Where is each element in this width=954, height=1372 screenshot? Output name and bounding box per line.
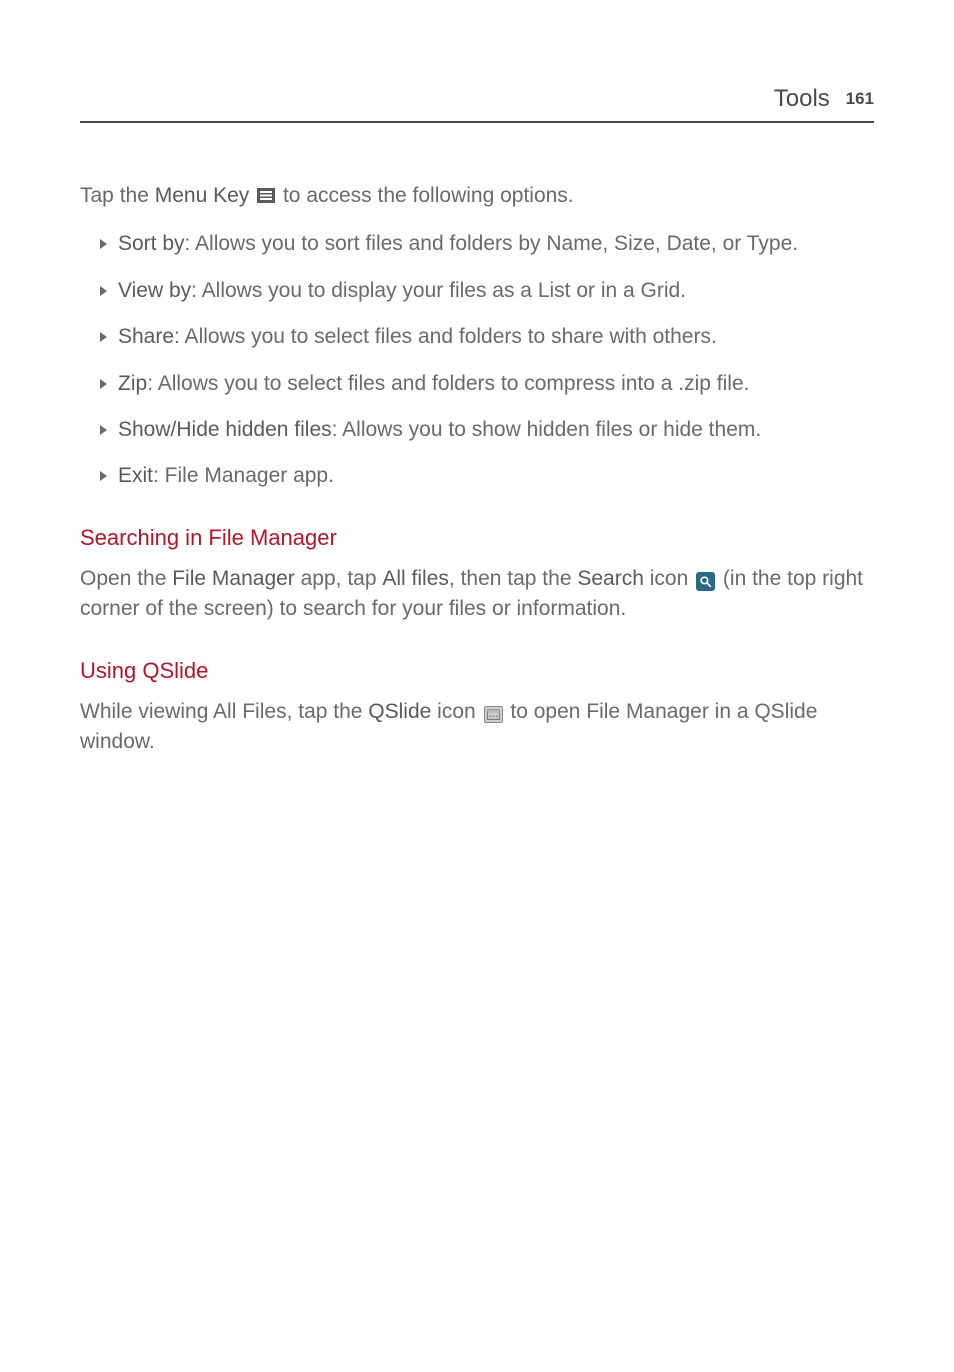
intro-paragraph: Tap the Menu Key to access the following… — [80, 181, 874, 211]
text: Open the — [80, 567, 172, 590]
page-number: 161 — [846, 89, 874, 108]
item-desc: : Allows you to show hidden files or hid… — [332, 418, 762, 441]
intro-bold-menukey: Menu Key — [155, 184, 250, 207]
bullet-arrow-icon — [100, 239, 107, 249]
page-header: Tools 161 — [80, 82, 874, 123]
item-bold: Exit — [118, 464, 153, 487]
bold-allfiles: All files — [382, 567, 449, 590]
item-desc: : Allows you to sort files and folders b… — [185, 232, 799, 255]
search-icon — [696, 572, 715, 591]
text: While viewing All Files, tap the — [80, 700, 368, 723]
item-bold: View by — [118, 279, 191, 302]
intro-text-prefix: Tap the — [80, 184, 155, 207]
item-desc: : Allows you to select files and folders… — [174, 325, 717, 348]
bold-search: Search — [577, 567, 644, 590]
item-desc: : File Manager app. — [153, 464, 334, 487]
text: , then tap the — [449, 567, 577, 590]
text: icon — [431, 700, 481, 723]
bullet-arrow-icon — [100, 286, 107, 296]
list-item: Share: Allows you to select files and fo… — [102, 322, 874, 352]
options-list: Sort by: Allows you to sort files and fo… — [80, 229, 874, 492]
list-item: Zip: Allows you to select files and fold… — [102, 369, 874, 399]
qslide-icon — [484, 706, 503, 723]
bold-qslide: QSlide — [368, 700, 431, 723]
list-item: Exit: File Manager app. — [102, 461, 874, 491]
paragraph-qslide: While viewing All Files, tap the QSlide … — [80, 697, 874, 758]
bullet-arrow-icon — [100, 332, 107, 342]
item-bold: Show/Hide hidden files — [118, 418, 332, 441]
bullet-arrow-icon — [100, 471, 107, 481]
item-desc: : Allows you to select files and folders… — [147, 372, 749, 395]
menu-key-icon — [257, 188, 275, 203]
item-bold: Sort by — [118, 232, 185, 255]
list-item: Sort by: Allows you to sort files and fo… — [102, 229, 874, 259]
item-desc: : Allows you to display your files as a … — [191, 279, 686, 302]
item-bold: Share — [118, 325, 174, 348]
text: app, tap — [295, 567, 383, 590]
heading-qslide: Using QSlide — [80, 655, 874, 687]
heading-searching: Searching in File Manager — [80, 522, 874, 554]
list-item: Show/Hide hidden files: Allows you to sh… — [102, 415, 874, 445]
intro-text-suffix: to access the following options. — [277, 184, 574, 207]
bullet-arrow-icon — [100, 425, 107, 435]
section-title: Tools — [774, 85, 830, 112]
item-bold: Zip — [118, 372, 147, 395]
list-item: View by: Allows you to display your file… — [102, 276, 874, 306]
text: icon — [644, 567, 694, 590]
bold-filemanager: File Manager — [172, 567, 295, 590]
bullet-arrow-icon — [100, 379, 107, 389]
paragraph-searching: Open the File Manager app, tap All files… — [80, 564, 874, 625]
